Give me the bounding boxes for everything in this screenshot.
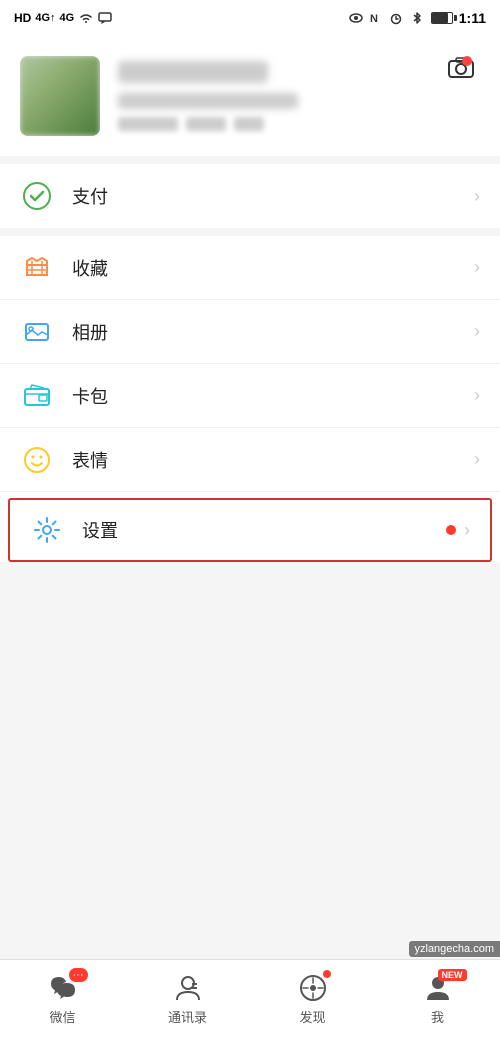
nav-contacts[interactable]: 通讯录 xyxy=(125,960,250,1039)
contacts-nav-icon xyxy=(173,973,203,1003)
settings-icon xyxy=(30,513,64,547)
profile-section xyxy=(0,36,500,156)
discover-dot xyxy=(323,970,331,978)
favorites-chevron: › xyxy=(474,257,480,278)
bluetooth-icon xyxy=(409,11,425,25)
wallet-chevron: › xyxy=(474,385,480,406)
status-bar: HD 4G↑ 4G N 1:11 xyxy=(0,0,500,36)
payment-icon xyxy=(20,179,54,213)
status-time: 1:11 xyxy=(459,10,486,26)
favorites-menu-item[interactable]: 收藏 › xyxy=(0,236,500,300)
me-nav-icon: NEW xyxy=(423,973,453,1003)
album-label: 相册 xyxy=(72,319,474,345)
album-menu-item[interactable]: 相册 › xyxy=(0,300,500,364)
discover-nav-label: 发现 xyxy=(299,1007,325,1026)
emoji-icon xyxy=(20,443,54,477)
me-nav-label: 我 xyxy=(431,1007,444,1026)
settings-notification-dot xyxy=(446,525,456,535)
wallet-icon xyxy=(20,379,54,413)
status-icons: N 1:11 xyxy=(349,10,486,26)
alarm-icon xyxy=(389,11,403,25)
emoji-chevron: › xyxy=(474,449,480,470)
watermark: yzlangecha.com xyxy=(409,941,500,957)
bottom-navigation: ··· 微信 通讯录 发现 xyxy=(0,959,500,1039)
main-menu-section: 收藏 › 相册 › 卡包 › xyxy=(0,236,500,562)
discover-nav-icon xyxy=(298,973,328,1003)
emoji-label: 表情 xyxy=(72,447,474,473)
nav-wechat[interactable]: ··· 微信 xyxy=(0,960,125,1039)
message-icon xyxy=(98,11,112,25)
wallet-menu-item[interactable]: 卡包 › xyxy=(0,364,500,428)
avatar-image xyxy=(20,56,100,136)
contacts-nav-label: 通讯录 xyxy=(168,1007,207,1026)
emoji-menu-item[interactable]: 表情 › xyxy=(0,428,500,492)
favorites-label: 收藏 xyxy=(72,255,474,281)
wechat-badge: ··· xyxy=(69,968,88,982)
nfc-icon: N xyxy=(369,11,383,25)
profile-info xyxy=(118,61,480,131)
wechat-nav-icon: ··· xyxy=(48,973,78,1003)
settings-menu-item[interactable]: 设置 › xyxy=(8,498,492,562)
nav-discover[interactable]: 发现 xyxy=(250,960,375,1039)
profile-name xyxy=(118,61,268,83)
album-chevron: › xyxy=(474,321,480,342)
payment-label: 支付 xyxy=(72,183,474,209)
status-network: HD 4G↑ 4G xyxy=(14,11,112,25)
eye-icon xyxy=(349,11,363,25)
payment-section: 支付 › xyxy=(0,164,500,228)
payment-menu-item[interactable]: 支付 › xyxy=(0,164,500,228)
favorites-icon xyxy=(20,251,54,285)
avatar[interactable] xyxy=(20,56,100,136)
wechat-nav-label: 微信 xyxy=(49,1007,75,1026)
payment-chevron: › xyxy=(474,186,480,207)
wallet-label: 卡包 xyxy=(72,383,474,409)
svg-text:N: N xyxy=(370,13,378,25)
camera-button[interactable] xyxy=(442,48,480,86)
settings-label: 设置 xyxy=(82,517,446,543)
settings-chevron: › xyxy=(464,520,470,541)
wifi-icon xyxy=(78,11,94,25)
profile-subtitle xyxy=(118,93,298,109)
camera-notification-dot xyxy=(462,56,472,66)
profile-meta xyxy=(118,117,480,131)
album-icon xyxy=(20,315,54,349)
battery-icon xyxy=(431,12,453,24)
battery-fill xyxy=(432,13,448,23)
nav-me[interactable]: NEW 我 xyxy=(375,960,500,1039)
me-new-badge: NEW xyxy=(438,969,467,981)
